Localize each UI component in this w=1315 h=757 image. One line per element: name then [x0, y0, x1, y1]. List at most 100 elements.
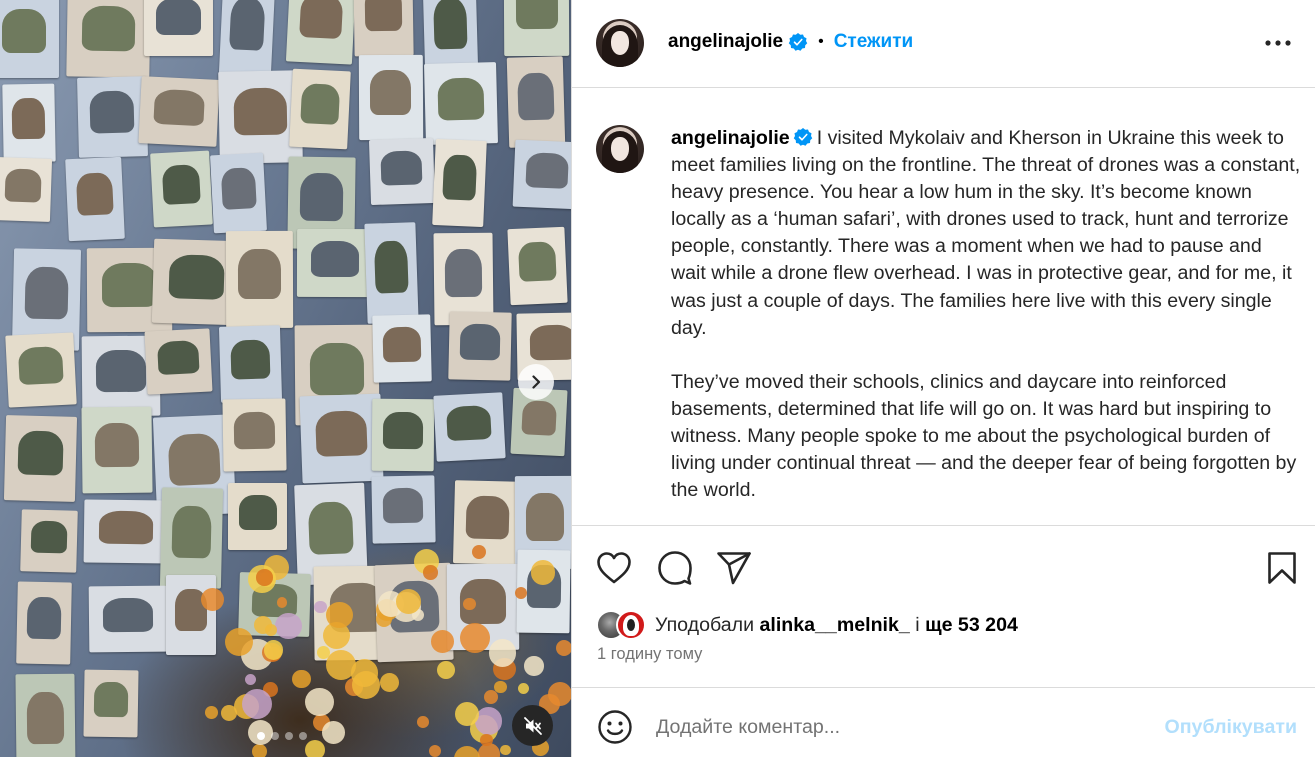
- memorial-poster: [144, 0, 214, 56]
- memorial-poster: [368, 138, 435, 206]
- flower: [256, 569, 273, 586]
- memorial-poster: [364, 221, 419, 324]
- post-details-panel: angelinajolie • Стежити angelinajolie I …: [571, 0, 1315, 757]
- memorial-poster: [0, 157, 53, 223]
- save-button[interactable]: [1262, 548, 1302, 588]
- flower: [423, 565, 438, 580]
- post-timestamp[interactable]: 1 годину тому: [597, 645, 702, 664]
- memorial-poster: [353, 0, 414, 57]
- flower: [417, 716, 429, 729]
- emoji-icon: [598, 710, 632, 744]
- likes-count[interactable]: ще 53 204: [925, 614, 1018, 637]
- flower: [351, 670, 381, 699]
- share-button[interactable]: [714, 548, 754, 588]
- memorial-poster: [506, 55, 565, 148]
- memorial-poster: [66, 0, 152, 77]
- author-username[interactable]: angelinajolie: [668, 29, 783, 55]
- memorial-poster: [222, 398, 288, 472]
- post-media[interactable]: [0, 0, 571, 757]
- memorial-poster: [512, 139, 571, 209]
- memorial-poster: [150, 150, 213, 228]
- flower: [201, 587, 225, 611]
- follow-button[interactable]: Стежити: [834, 29, 913, 55]
- memorial-poster: [453, 479, 523, 565]
- flower: [524, 656, 544, 676]
- flower: [471, 545, 486, 560]
- memorial-poster: [285, 0, 357, 65]
- publish-comment-button[interactable]: Опублікувати: [1164, 716, 1297, 739]
- memorial-poster: [227, 482, 288, 550]
- caption-paragraph: angelinajolie I visited Mykolaiv and Khe…: [671, 125, 1301, 342]
- liker-avatar: [616, 610, 646, 640]
- author-line: angelinajolie • Стежити: [668, 29, 913, 55]
- memorial-poster: [159, 487, 224, 589]
- flower: [488, 638, 517, 667]
- flower: [380, 672, 400, 692]
- likers-avatars[interactable]: [596, 609, 652, 641]
- caption-text: angelinajolie I visited Mykolaiv and Khe…: [671, 125, 1301, 504]
- memorial-poster: [433, 392, 506, 462]
- flower: [292, 670, 311, 689]
- comment-button[interactable]: [655, 548, 695, 588]
- caption-section: angelinajolie I visited Mykolaiv and Khe…: [572, 89, 1315, 526]
- memorial-poster: [299, 393, 384, 483]
- flower: [263, 639, 284, 660]
- like-button[interactable]: [594, 548, 634, 588]
- comment-input[interactable]: [656, 710, 1116, 744]
- memorial-poster: [81, 406, 153, 495]
- send-icon: [717, 552, 751, 585]
- flower: [322, 721, 346, 744]
- memorial-poster: [217, 70, 303, 164]
- memorial-poster: [83, 499, 169, 564]
- flower: [264, 623, 278, 637]
- flower: [436, 660, 455, 679]
- more-options-icon: [1265, 40, 1291, 46]
- flower: [555, 640, 571, 657]
- mute-toggle-button[interactable]: [512, 705, 553, 746]
- memorial-poster: [433, 232, 494, 325]
- memorial-poster: [138, 76, 220, 148]
- memorial-poster: [219, 0, 276, 81]
- flower: [480, 734, 493, 747]
- memorial-poster: [209, 152, 268, 234]
- memorial-poster: [65, 157, 125, 242]
- flower: [474, 707, 503, 735]
- memorial-poster: [358, 55, 423, 141]
- caption-author-username[interactable]: angelinajolie: [671, 127, 790, 149]
- comment-bubble-icon: [658, 551, 692, 585]
- flower: [431, 630, 454, 653]
- memorial-poster: [447, 311, 512, 381]
- memorial-poster: [15, 581, 72, 664]
- flower: [395, 589, 421, 615]
- memorial-poster: [77, 76, 148, 158]
- caption-author-avatar[interactable]: [596, 125, 644, 173]
- flower: [499, 744, 511, 756]
- flower: [463, 597, 476, 610]
- flower: [224, 628, 253, 657]
- author-avatar[interactable]: [596, 19, 644, 67]
- memorial-poster: [144, 328, 213, 395]
- next-slide-button[interactable]: [518, 364, 554, 400]
- header-separator: •: [818, 33, 824, 50]
- memorial-poster: [0, 0, 59, 79]
- caption-paragraph-1-text: I visited Mykolaiv and Kherson in Ukrain…: [671, 127, 1301, 339]
- likes-connector-text: і: [915, 613, 920, 636]
- memorial-poster: [2, 83, 56, 164]
- memorial-poster: [225, 230, 294, 329]
- carousel-indicator: [257, 732, 307, 740]
- memorial-poster: [83, 669, 139, 738]
- memorial-poster: [20, 509, 79, 573]
- flower: [276, 597, 288, 608]
- liker-username[interactable]: alinka__melnik_: [759, 614, 909, 637]
- post-header: angelinajolie • Стежити: [572, 0, 1315, 88]
- more-options-button[interactable]: [1264, 32, 1292, 54]
- emoji-picker-button[interactable]: [596, 708, 634, 746]
- speaker-muted-icon: [523, 716, 542, 735]
- flower: [305, 687, 334, 717]
- memorial-poster: [166, 575, 217, 656]
- memorial-poster: [371, 475, 436, 543]
- flower: [252, 744, 268, 757]
- flower: [514, 586, 527, 600]
- chevron-right-icon: [532, 375, 541, 389]
- verified-badge-icon: [793, 128, 812, 146]
